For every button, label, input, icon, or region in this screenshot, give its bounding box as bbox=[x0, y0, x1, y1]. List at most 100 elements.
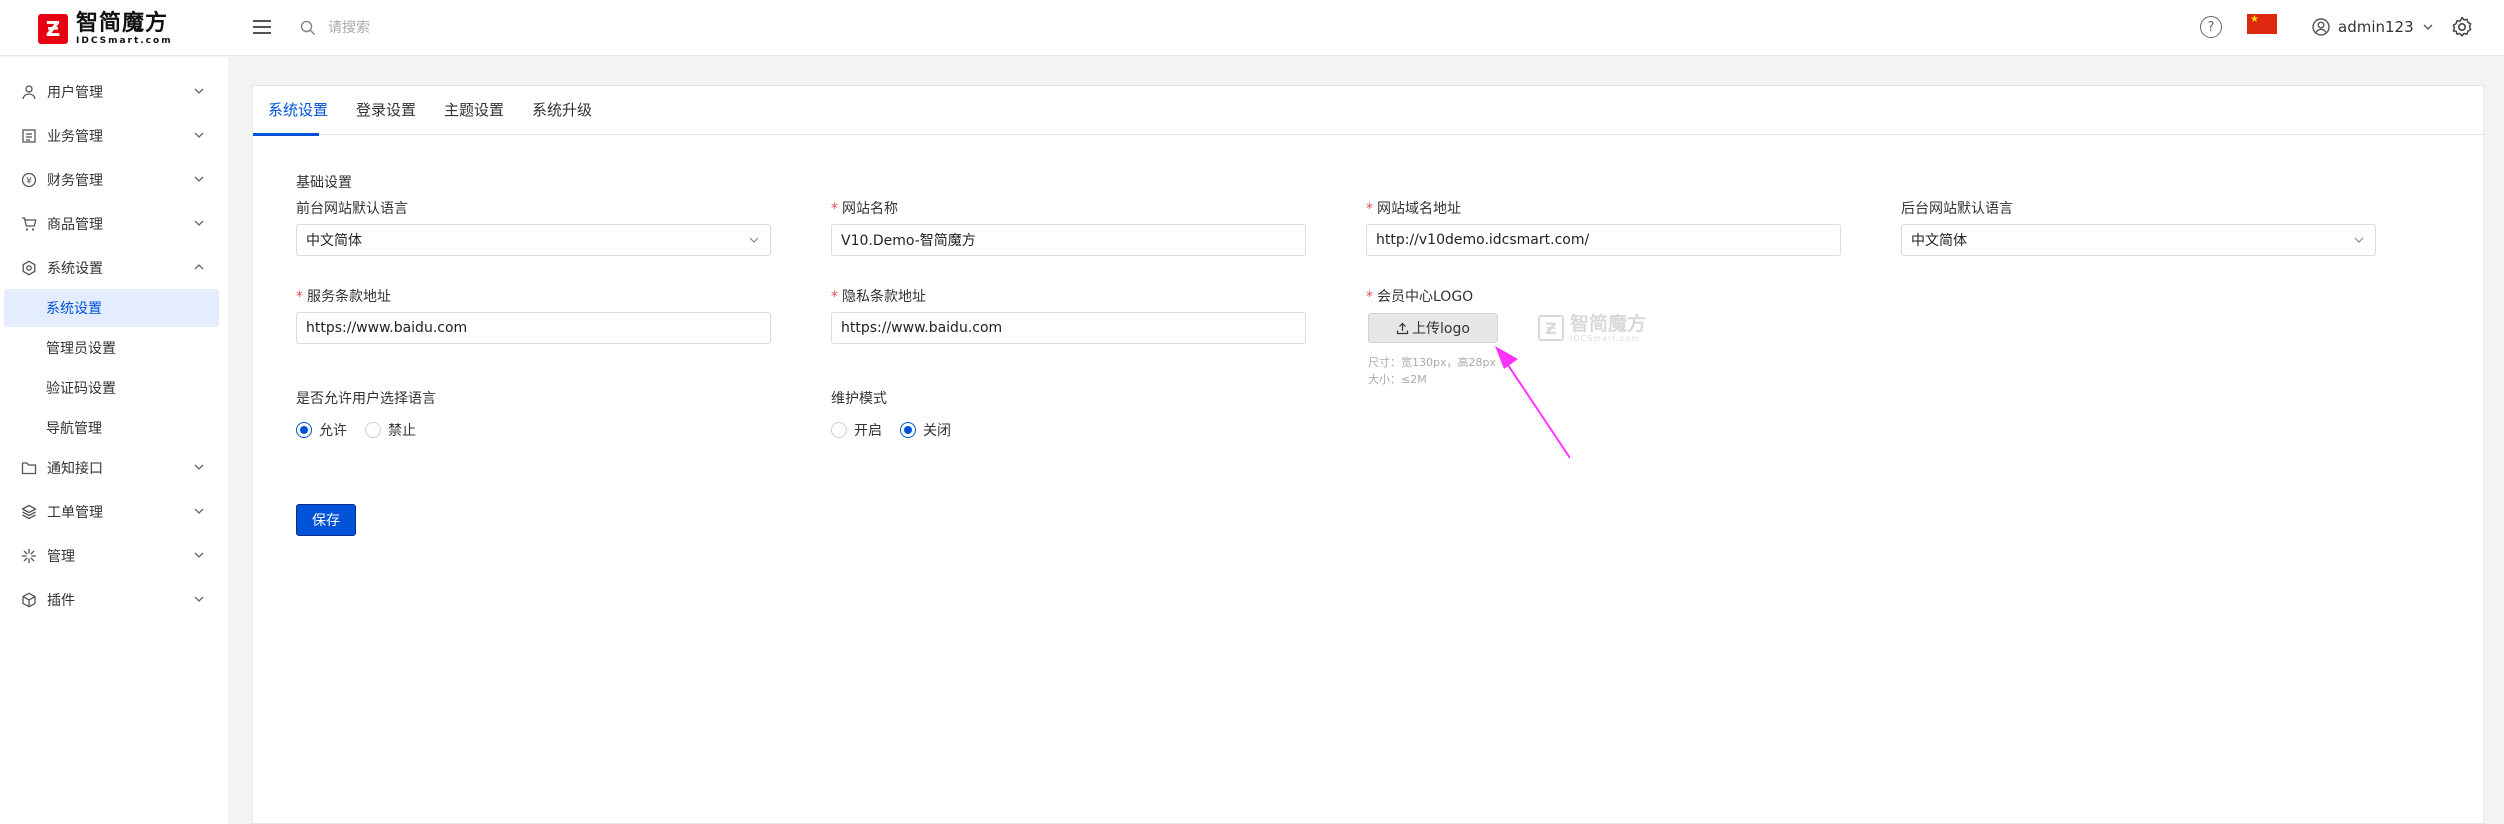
terms-label: * 服务条款地址 bbox=[296, 289, 391, 305]
chevron-down-icon bbox=[194, 552, 204, 558]
required-mark: * bbox=[1366, 201, 1373, 217]
finance-icon: ¥ bbox=[20, 171, 38, 189]
radio-dot bbox=[296, 422, 312, 438]
logo-title: 智简魔方 bbox=[76, 11, 169, 36]
annotation-arrow bbox=[1495, 346, 1570, 459]
radio-dot bbox=[900, 422, 916, 438]
sidebar-item-finance[interactable]: ¥ 财务管理 bbox=[0, 160, 228, 200]
sidebar-subitem-system-settings[interactable]: 系统设置 bbox=[4, 289, 219, 327]
active-tab-indicator bbox=[253, 133, 319, 136]
chevron-down-icon bbox=[194, 88, 204, 94]
tab-system-settings[interactable]: 系统设置 bbox=[268, 86, 328, 135]
language-flag-icon[interactable]: ★ bbox=[2247, 14, 2277, 34]
help-icon[interactable]: ? bbox=[2200, 16, 2222, 38]
logo-preview: Ƶ 智简魔方 IDCSmart.com bbox=[1538, 312, 1668, 344]
business-icon bbox=[20, 127, 38, 145]
tab-login-settings[interactable]: 登录设置 bbox=[356, 86, 416, 135]
settings-card: 系统设置 登录设置 主题设置 系统升级 基础设置 前台网站默认语言 中文简体 *… bbox=[252, 85, 2484, 824]
terms-url-input[interactable] bbox=[296, 312, 771, 344]
site-domain-label: * 网站域名地址 bbox=[1366, 201, 1461, 217]
user-avatar-icon bbox=[2312, 18, 2330, 36]
search-input[interactable] bbox=[328, 20, 588, 36]
global-search bbox=[300, 14, 620, 42]
save-button[interactable]: 保存 bbox=[296, 504, 356, 536]
site-name-label: * 网站名称 bbox=[831, 201, 898, 217]
maintenance-radio-group: 开启 关闭 bbox=[831, 420, 969, 440]
sidebar-item-notifications[interactable]: 通知接口 bbox=[0, 448, 228, 488]
settings-icon bbox=[20, 259, 38, 277]
maintenance-label: 维护模式 bbox=[831, 391, 887, 407]
search-icon bbox=[300, 20, 316, 36]
front-lang-select[interactable]: 中文简体 bbox=[296, 224, 771, 256]
tab-theme-settings[interactable]: 主题设置 bbox=[444, 86, 504, 135]
site-name-input[interactable] bbox=[831, 224, 1306, 256]
logo-subtitle: IDCSmart.com bbox=[76, 36, 173, 46]
chevron-down-icon bbox=[194, 176, 204, 182]
sidebar-item-tickets[interactable]: 工单管理 bbox=[0, 492, 228, 532]
logo-label: * 会员中心LOGO bbox=[1366, 289, 1474, 305]
chevron-down-icon bbox=[2354, 237, 2364, 243]
allow-lang-label: 是否允许用户选择语言 bbox=[296, 391, 436, 407]
username: admin123 bbox=[2338, 18, 2414, 36]
user-menu[interactable]: admin123 bbox=[2312, 14, 2434, 40]
required-mark: * bbox=[831, 201, 838, 217]
chevron-down-icon bbox=[194, 508, 204, 514]
admin-lang-label: 后台网站默认语言 bbox=[1901, 201, 2013, 217]
chevron-down-icon bbox=[194, 596, 204, 602]
layers-icon bbox=[20, 503, 38, 521]
front-lang-value: 中文简体 bbox=[306, 233, 362, 249]
privacy-url-input[interactable] bbox=[831, 312, 1306, 344]
menu-toggle-icon[interactable] bbox=[252, 17, 272, 37]
chevron-up-icon bbox=[194, 264, 204, 270]
site-domain-input[interactable] bbox=[1366, 224, 1841, 256]
tab-system-upgrade[interactable]: 系统升级 bbox=[532, 86, 592, 135]
maintenance-radio-off[interactable]: 关闭 bbox=[900, 420, 951, 440]
upload-logo-label: 上传logo bbox=[1412, 321, 1470, 337]
brand-logo[interactable]: Ƶ 智简魔方 IDCSmart.com bbox=[38, 12, 173, 46]
tab-bar: 系统设置 登录设置 主题设置 系统升级 bbox=[253, 86, 2483, 136]
required-mark: * bbox=[1366, 289, 1373, 305]
chevron-down-icon bbox=[2423, 24, 2433, 30]
sidebar-item-plugins[interactable]: 插件 bbox=[0, 580, 228, 620]
svg-text:¥: ¥ bbox=[26, 177, 32, 187]
sidebar-item-management[interactable]: 管理 bbox=[0, 536, 228, 576]
gear-icon[interactable] bbox=[2450, 15, 2474, 39]
front-lang-label: 前台网站默认语言 bbox=[296, 201, 408, 217]
admin-lang-value: 中文简体 bbox=[1911, 233, 1967, 249]
sidebar-item-business[interactable]: 业务管理 bbox=[0, 116, 228, 156]
sidebar-item-system-settings[interactable]: 系统设置 bbox=[0, 248, 228, 288]
logo-file-hint: 大小：≤2M bbox=[1368, 373, 1427, 386]
sidebar-subitem-navigation[interactable]: 导航管理 bbox=[4, 409, 219, 447]
plugin-icon bbox=[20, 591, 38, 609]
user-icon bbox=[20, 83, 38, 101]
radio-dot bbox=[831, 422, 847, 438]
sidebar-item-users[interactable]: 用户管理 bbox=[0, 72, 228, 112]
chevron-down-icon bbox=[194, 220, 204, 226]
allow-lang-radio-allow[interactable]: 允许 bbox=[296, 420, 347, 440]
chevron-down-icon bbox=[749, 237, 759, 243]
folder-icon bbox=[20, 459, 38, 477]
sidebar-subitem-admin-settings[interactable]: 管理员设置 bbox=[4, 329, 219, 367]
chevron-down-icon bbox=[194, 132, 204, 138]
chevron-down-icon bbox=[194, 464, 204, 470]
section-title: 基础设置 bbox=[296, 175, 352, 191]
radio-dot bbox=[365, 422, 381, 438]
upload-icon bbox=[1396, 322, 1409, 334]
sidebar-item-products[interactable]: 商品管理 bbox=[0, 204, 228, 244]
sidebar: 用户管理 业务管理 ¥ 财务管理 商品管理 系统设置 系统设置 管理员设置 验证… bbox=[0, 57, 228, 824]
required-mark: * bbox=[831, 289, 838, 305]
top-header: Ƶ 智简魔方 IDCSmart.com ? ★ admin123 bbox=[0, 0, 2504, 56]
admin-lang-select[interactable]: 中文简体 bbox=[1901, 224, 2376, 256]
logo-size-hint: 尺寸：宽130px，高28px bbox=[1368, 356, 1496, 369]
logo-preview-subtitle: IDCSmart.com bbox=[1570, 333, 1640, 343]
allow-lang-radio-group: 允许 禁止 bbox=[296, 420, 434, 440]
allow-lang-radio-deny[interactable]: 禁止 bbox=[365, 420, 416, 440]
required-mark: * bbox=[296, 289, 303, 305]
maintenance-radio-on[interactable]: 开启 bbox=[831, 420, 882, 440]
sidebar-subitem-captcha-settings[interactable]: 验证码设置 bbox=[4, 369, 219, 407]
upload-logo-button[interactable]: 上传logo bbox=[1368, 313, 1498, 343]
cart-icon bbox=[20, 215, 38, 233]
logo-preview-mark-icon: Ƶ bbox=[1538, 315, 1564, 341]
asterisk-icon bbox=[20, 547, 38, 565]
logo-mark-icon: Ƶ bbox=[38, 14, 68, 44]
